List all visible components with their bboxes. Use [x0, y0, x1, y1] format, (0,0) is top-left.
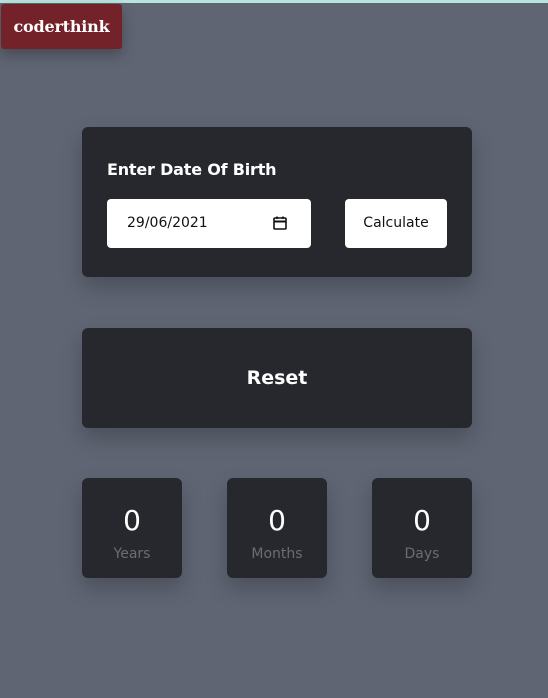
- days-label: Days: [404, 546, 440, 562]
- date-of-birth-input[interactable]: 29/06/2021: [107, 199, 311, 248]
- date-of-birth-card: Enter Date Of Birth 29/06/2021 Calculate: [82, 127, 472, 277]
- reset-button[interactable]: Reset: [82, 328, 472, 428]
- brand-logo: coderthink: [1, 4, 122, 49]
- top-strip: [0, 0, 548, 3]
- calendar-icon[interactable]: [272, 215, 288, 231]
- years-result-card: 0 Years: [82, 478, 182, 578]
- months-result-card: 0 Months: [227, 478, 327, 578]
- days-result-card: 0 Days: [372, 478, 472, 578]
- days-value: 0: [413, 504, 431, 537]
- calculate-button[interactable]: Calculate: [345, 199, 447, 248]
- date-of-birth-title: Enter Date Of Birth: [107, 160, 277, 179]
- years-value: 0: [123, 504, 141, 537]
- years-label: Years: [113, 546, 151, 562]
- months-value: 0: [268, 504, 286, 537]
- date-of-birth-value: 29/06/2021: [127, 215, 208, 231]
- months-label: Months: [251, 546, 303, 562]
